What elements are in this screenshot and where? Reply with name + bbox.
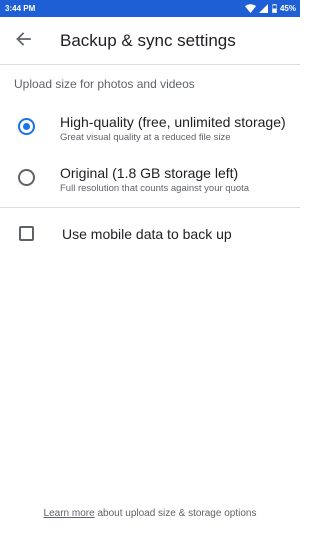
mobile-data-label: Use mobile data to back up — [62, 226, 232, 242]
radio-option-high-quality[interactable]: High-quality (free, unlimited storage) G… — [0, 110, 300, 152]
option-title: High-quality (free, unlimited storage) — [60, 114, 286, 130]
footer-description: about upload size & storage options — [94, 508, 257, 519]
battery-icon — [271, 4, 277, 13]
status-icons: 45% — [244, 2, 296, 15]
learn-more-link[interactable]: Learn more — [44, 508, 95, 519]
upload-size-header: Upload size for photos and videos — [14, 77, 195, 91]
checkbox-unchecked-icon[interactable] — [19, 226, 34, 241]
radio-option-original[interactable]: Original (1.8 GB storage left) Full reso… — [0, 161, 300, 203]
option-subtitle: Great visual quality at a reduced file s… — [60, 132, 231, 143]
footer-text: Learn more about upload size & storage o… — [0, 507, 300, 520]
signal-icon — [258, 4, 268, 13]
option-title: Original (1.8 GB storage left) — [60, 165, 239, 181]
back-button[interactable] — [10, 28, 36, 54]
wifi-icon — [244, 4, 256, 13]
radio-button-checked-icon[interactable] — [18, 118, 35, 135]
arrow-back-icon — [15, 31, 31, 52]
radio-button-unchecked-icon[interactable] — [18, 169, 35, 186]
radio-dot — [23, 123, 30, 130]
screen: 3:44 PM 45% Backup & sync settings Uploa… — [0, 0, 300, 533]
app-bar: Backup & sync settings — [0, 17, 300, 65]
battery-percent: 45% — [279, 4, 296, 13]
divider — [0, 207, 300, 208]
mobile-data-checkbox-row[interactable]: Use mobile data to back up — [0, 218, 300, 250]
status-time: 3:44 PM — [5, 4, 36, 13]
option-subtitle: Full resolution that counts against your… — [60, 183, 250, 194]
status-bar: 3:44 PM 45% — [0, 0, 300, 17]
page-title: Backup & sync settings — [60, 31, 236, 50]
